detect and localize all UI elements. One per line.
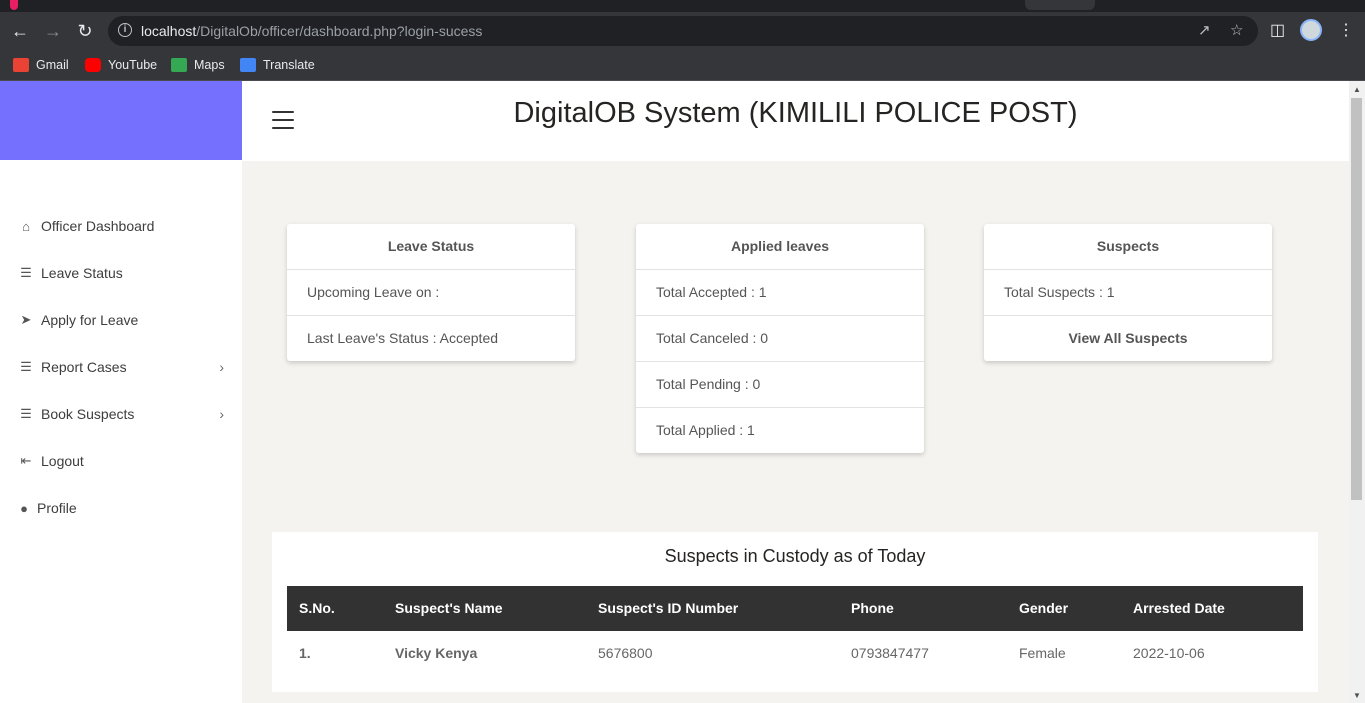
bookmark-translate[interactable]: Translate bbox=[240, 55, 315, 75]
list-icon: ☰ bbox=[20, 359, 32, 374]
main-content: DigitalOB System (KIMILILI POLICE POST) … bbox=[242, 81, 1349, 703]
bookmark-label: Maps bbox=[194, 58, 225, 72]
bookmark-gmail[interactable]: Gmail bbox=[13, 55, 69, 75]
suspects-table-card: Suspects in Custody as of Today S.No. Su… bbox=[272, 532, 1318, 692]
bookmark-star-icon[interactable]: ☆ bbox=[1230, 22, 1243, 40]
last-leave-status: Last Leave's Status : Accepted bbox=[307, 330, 499, 346]
sidebar-item-report-cases[interactable]: ☰ Report Cases › bbox=[18, 355, 228, 379]
total-canceled: Total Canceled : 0 bbox=[636, 316, 924, 362]
chevron-right-icon: › bbox=[219, 406, 224, 422]
site-info-icon[interactable]: i bbox=[118, 23, 132, 37]
table-header: S.No. Suspect's Name Suspect's ID Number… bbox=[287, 586, 1303, 631]
profile-avatar[interactable] bbox=[1300, 19, 1322, 41]
sidebar-brand bbox=[0, 81, 242, 160]
bookmarks-bar: Gmail YouTube Maps Translate bbox=[0, 50, 1365, 81]
scroll-up-icon[interactable]: ▲ bbox=[1353, 85, 1361, 94]
browser-tab-strip bbox=[0, 0, 1365, 12]
table-cell: 1. bbox=[299, 645, 311, 661]
url-text[interactable]: localhost/DigitalOb/officer/dashboard.ph… bbox=[141, 23, 482, 39]
sidebar-item-apply-for-leave[interactable]: ➤ Apply for Leave bbox=[18, 308, 228, 332]
back-icon[interactable]: ← bbox=[9, 20, 31, 42]
scroll-down-icon[interactable]: ▼ bbox=[1353, 691, 1361, 700]
sidebar-item-label: Officer Dashboard bbox=[41, 218, 155, 234]
sidebar-item-book-suspects[interactable]: ☰ Book Suspects › bbox=[18, 402, 228, 426]
suspects-card: Suspects Total Suspects : 1 View All Sus… bbox=[984, 224, 1272, 361]
table-row: 1. Vicky Kenya 5676800 0793847477 Female… bbox=[287, 631, 1303, 676]
maps-icon bbox=[171, 58, 187, 72]
sidebar-item-label: Leave Status bbox=[41, 265, 123, 281]
sidebar-item-leave-status[interactable]: ☰ Leave Status bbox=[18, 261, 228, 285]
column-header: S.No. bbox=[299, 600, 335, 616]
bookmark-youtube[interactable]: YouTube bbox=[85, 55, 157, 75]
address-bar[interactable]: i localhost/DigitalOb/officer/dashboard.… bbox=[108, 16, 1258, 46]
gmail-icon bbox=[13, 58, 29, 72]
column-header: Suspect's ID Number bbox=[598, 600, 739, 616]
translate-icon bbox=[240, 58, 256, 72]
table-cell: 2022-10-06 bbox=[1133, 645, 1205, 661]
share-icon[interactable]: ↗ bbox=[1198, 22, 1211, 40]
bookmark-label: Translate bbox=[263, 58, 315, 72]
applied-leaves-card: Applied leaves Total Accepted : 1 Total … bbox=[636, 224, 924, 453]
sidebar-item-logout[interactable]: ⇤ Logout bbox=[18, 449, 228, 473]
browser-toolbar: ← → ↻ i localhost/DigitalOb/officer/dash… bbox=[0, 12, 1365, 50]
chevron-right-icon: › bbox=[219, 359, 224, 375]
home-icon: ⌂ bbox=[22, 218, 30, 234]
page-scrollbar[interactable]: ▲ ▼ bbox=[1349, 81, 1365, 703]
sidebar-item-label: Book Suspects bbox=[41, 406, 135, 422]
reload-icon[interactable]: ↻ bbox=[74, 20, 96, 42]
upcoming-leave: Upcoming Leave on : bbox=[287, 270, 575, 316]
card-title: Applied leaves bbox=[636, 224, 924, 270]
youtube-icon bbox=[85, 58, 101, 72]
menu-kebab-icon[interactable]: ⋮ bbox=[1338, 20, 1354, 42]
header: DigitalOB System (KIMILILI POLICE POST) bbox=[242, 81, 1349, 161]
sidebar-item-label: Profile bbox=[37, 500, 77, 516]
list-icon: ☰ bbox=[20, 265, 32, 280]
sidebar-item-label: Apply for Leave bbox=[41, 312, 139, 328]
sidebar-item-officer-dashboard[interactable]: ⌂ Officer Dashboard bbox=[18, 214, 228, 238]
active-tab[interactable] bbox=[1025, 0, 1095, 10]
sidebar-item-label: Logout bbox=[41, 453, 84, 469]
total-pending: Total Pending : 0 bbox=[636, 362, 924, 408]
table-cell: 5676800 bbox=[598, 645, 653, 661]
side-panel-icon[interactable]: ◫ bbox=[1270, 20, 1285, 42]
bookmark-maps[interactable]: Maps bbox=[171, 55, 225, 75]
card-title: Leave Status bbox=[287, 224, 575, 270]
card-title: Suspects bbox=[984, 224, 1272, 270]
total-suspects: Total Suspects : 1 bbox=[984, 270, 1272, 316]
page-title: DigitalOB System (KIMILILI POLICE POST) bbox=[513, 97, 1078, 129]
scrollbar-thumb[interactable] bbox=[1351, 98, 1362, 500]
paper-plane-icon: ➤ bbox=[20, 312, 32, 327]
forward-icon[interactable]: → bbox=[42, 20, 64, 42]
column-header: Phone bbox=[851, 600, 894, 616]
bookmark-label: Gmail bbox=[36, 58, 69, 72]
list-icon: ☰ bbox=[20, 406, 32, 421]
sidebar: ⌂ Officer Dashboard ☰ Leave Status ➤ App… bbox=[0, 81, 242, 703]
table-cell: Vicky Kenya bbox=[395, 645, 478, 661]
sidebar-item-label: Report Cases bbox=[41, 359, 127, 375]
total-accepted: Total Accepted : 1 bbox=[636, 270, 924, 316]
table-cell: Female bbox=[1019, 645, 1066, 661]
logout-icon: ⇤ bbox=[20, 453, 32, 468]
table-cell: 0793847477 bbox=[851, 645, 929, 661]
column-header: Gender bbox=[1019, 600, 1069, 616]
total-applied: Total Applied : 1 bbox=[656, 422, 755, 438]
user-icon: ● bbox=[20, 500, 28, 516]
tab-favicon[interactable] bbox=[10, 0, 18, 10]
column-header: Arrested Date bbox=[1133, 600, 1225, 616]
bookmark-label: YouTube bbox=[108, 58, 158, 72]
sidebar-item-profile[interactable]: ● Profile bbox=[18, 496, 228, 520]
column-header: Suspect's Name bbox=[395, 600, 503, 616]
leave-status-card: Leave Status Upcoming Leave on : Last Le… bbox=[287, 224, 575, 361]
table-title: Suspects in Custody as of Today bbox=[664, 546, 926, 566]
view-all-suspects-link[interactable]: View All Suspects bbox=[984, 316, 1272, 361]
